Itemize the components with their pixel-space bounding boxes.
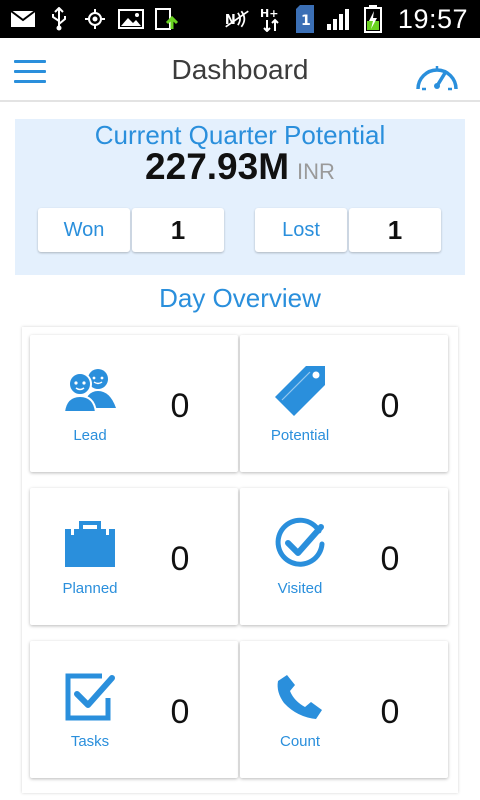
price-tag-icon [270, 361, 330, 421]
svg-text:H+: H+ [260, 7, 278, 20]
status-notifications [10, 5, 180, 33]
status-bar: N H+ 1 19:57 [0, 0, 480, 38]
svg-text:1: 1 [301, 13, 311, 29]
upload-icon [154, 8, 180, 30]
quarter-amount-row: 227.93M INR [15, 146, 465, 188]
mail-icon [10, 8, 36, 30]
lead-label: Lead [73, 427, 107, 444]
tasks-count: 0 [170, 693, 190, 731]
lead-count: 0 [170, 387, 190, 425]
potential-count: 0 [380, 387, 400, 425]
lost-stat: Lost 1 [255, 208, 441, 252]
battery-charging-icon [360, 5, 386, 33]
currency-unit: INR [297, 159, 335, 184]
lost-count: 1 [349, 208, 441, 252]
visited-count: 0 [380, 540, 400, 578]
page-title: Dashboard [171, 54, 309, 85]
speedometer-icon[interactable] [414, 56, 460, 94]
app-bar: Dashboard [0, 38, 480, 102]
network-type-icon: H+ [258, 7, 284, 32]
day-overview-title: Day Overview [159, 283, 321, 313]
visited-label: Visited [277, 580, 323, 597]
phone-icon [270, 667, 330, 727]
usb-icon [46, 7, 72, 31]
count-card[interactable]: Count 0 [240, 641, 448, 778]
users-icon [60, 361, 120, 421]
day-overview-grid: Lead 0 Potential 0 Planned 0 Visited 0 T… [22, 327, 458, 793]
nfc-icon: N [224, 8, 250, 30]
visited-card[interactable]: Visited 0 [240, 488, 448, 625]
gps-icon [82, 8, 108, 30]
count-label: Count [279, 733, 321, 750]
lead-card[interactable]: Lead 0 [30, 335, 238, 472]
checkbox-icon [60, 667, 120, 727]
status-time: 19:57 [397, 3, 468, 34]
planned-card[interactable]: Planned 0 [30, 488, 238, 625]
won-stat: Won 1 [38, 208, 224, 252]
planned-label: Planned [62, 580, 118, 597]
briefcase-icon [60, 514, 120, 574]
potential-label: Potential [270, 427, 330, 444]
count-count: 0 [380, 693, 400, 731]
tasks-card[interactable]: Tasks 0 [30, 641, 238, 778]
status-system: N H+ 1 19:57 [224, 4, 468, 34]
quarter-potential-panel: Current Quarter Potential 227.93M INR Won… [15, 119, 465, 275]
won-count: 1 [132, 208, 224, 252]
quarter-amount: 227.93M [145, 146, 290, 187]
tasks-label: Tasks [70, 733, 110, 750]
won-button[interactable]: Won [38, 208, 130, 252]
lost-button[interactable]: Lost [255, 208, 347, 252]
planned-count: 0 [170, 540, 190, 578]
signal-strength-icon [326, 8, 352, 30]
check-circle-icon [270, 514, 330, 574]
potential-card[interactable]: Potential 0 [240, 335, 448, 472]
image-icon [118, 8, 144, 30]
sim-card-icon: 1 [292, 5, 318, 33]
